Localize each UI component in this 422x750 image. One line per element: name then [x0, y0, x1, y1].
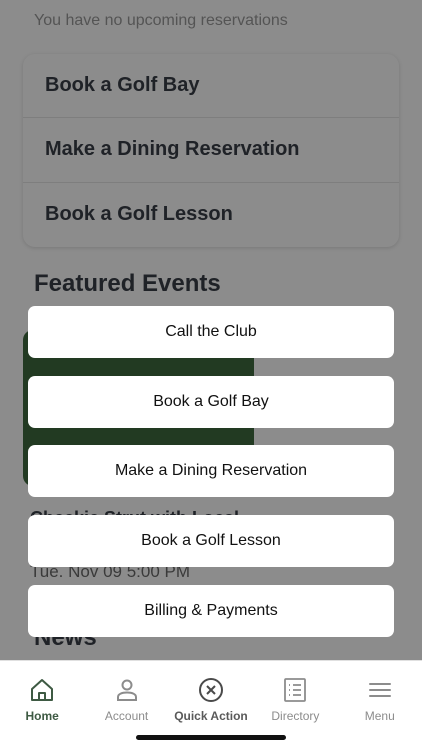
hamburger-icon	[368, 683, 391, 697]
tab-directory-label: Directory	[271, 709, 320, 723]
tab-account-label: Account	[104, 709, 149, 723]
tab-menu-label: Menu	[364, 709, 395, 723]
tab-home[interactable]: Home	[0, 661, 84, 750]
tab-quick-action-label: Quick Action	[174, 709, 248, 723]
billing-payments-button[interactable]: Billing & Payments	[28, 585, 394, 637]
tab-home-label: Home	[25, 709, 59, 723]
person-icon	[116, 679, 137, 701]
close-circle-icon	[198, 678, 223, 702]
book-golf-lesson-button[interactable]: Book a Golf Lesson	[28, 515, 394, 567]
book-golf-bay-button[interactable]: Book a Golf Bay	[28, 376, 394, 428]
call-club-button[interactable]: Call the Club	[28, 306, 394, 358]
list-icon	[284, 678, 307, 702]
dining-reservation-button[interactable]: Make a Dining Reservation	[28, 445, 394, 497]
home-indicator	[136, 735, 286, 740]
home-icon	[31, 679, 54, 701]
tab-menu[interactable]: Menu	[338, 661, 422, 750]
